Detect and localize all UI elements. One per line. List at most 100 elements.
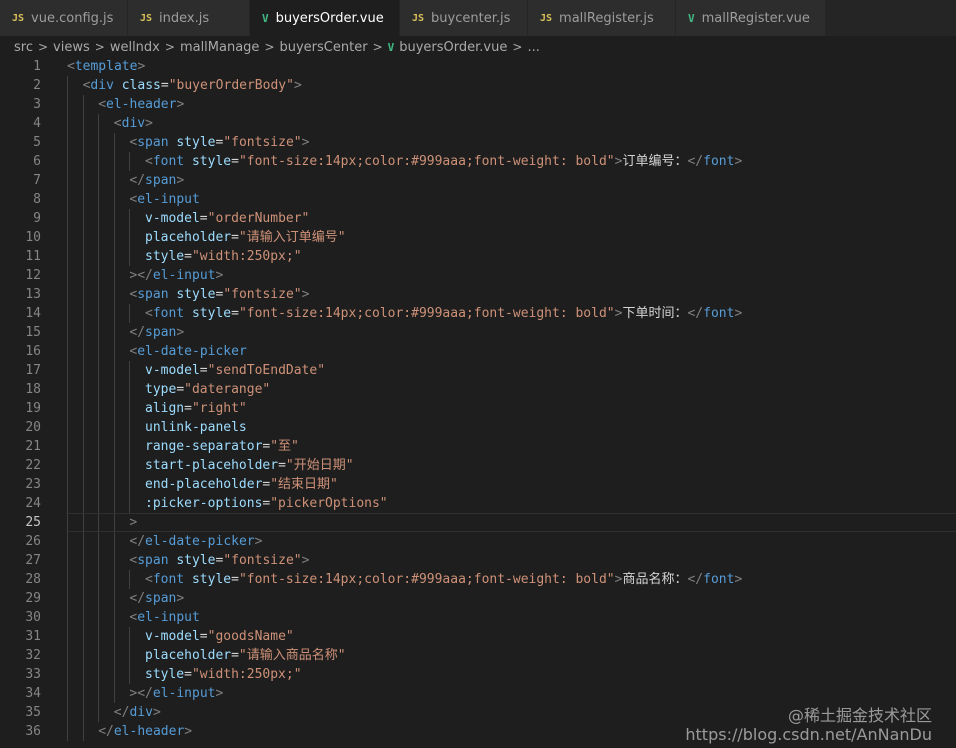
breadcrumb-item-mall-manage[interactable]: mallManage — [180, 40, 260, 55]
code-line[interactable]: 26 </el-date-picker> — [0, 532, 956, 551]
code-line[interactable]: 16 <el-date-picker — [0, 342, 956, 361]
line-number: 11 — [25, 249, 41, 264]
code-token: = — [231, 154, 239, 169]
code-line[interactable]: 30 <el-input — [0, 608, 956, 627]
code-line[interactable]: 5 <span style="fontsize"> — [0, 133, 956, 152]
code-token: = — [278, 458, 286, 473]
code-line[interactable]: 23 end-placeholder="结束日期" — [0, 475, 956, 494]
code-text: </span> — [67, 323, 184, 342]
code-line[interactable]: 8 <el-input — [0, 190, 956, 209]
code-line[interactable]: 7 </span> — [0, 171, 956, 190]
breadcrumb-item-buyers-center[interactable]: buyersCenter — [280, 40, 368, 55]
line-number: 3 — [33, 97, 41, 112]
code-token: "至" — [270, 439, 299, 454]
code-token: "font-size:14px;color:#999aaa;font-weigh… — [238, 572, 615, 587]
line-number: 8 — [33, 192, 41, 207]
code-text: <div> — [67, 114, 153, 133]
breadcrumb-item-symbols[interactable]: ... — [527, 40, 539, 55]
code-token: </ — [113, 705, 130, 720]
code-line[interactable]: 35 </div> — [0, 703, 956, 722]
code-line[interactable]: 19 align="right" — [0, 399, 956, 418]
tab-label: buycenter.js — [431, 10, 511, 26]
tab-mall-register-vue[interactable]: V mallRegister.vue — [676, 0, 826, 36]
tab-mall-register-js[interactable]: JS mallRegister.js — [528, 0, 676, 36]
tab-buycenter-js[interactable]: JS buycenter.js — [400, 0, 528, 36]
code-token: = — [184, 667, 192, 682]
breadcrumb-item-views[interactable]: views — [53, 40, 90, 55]
code-token: = — [176, 382, 185, 397]
code-token: > — [129, 515, 138, 530]
code-token: align — [145, 401, 185, 416]
chevron-right-icon: > — [164, 40, 175, 54]
code-line[interactable]: 14 <font style="font-size:14px;color:#999… — [0, 304, 956, 323]
code-text: <template> — [67, 57, 145, 76]
code-token: style — [145, 667, 185, 682]
code-line[interactable]: 11 style="width:250px;" — [0, 247, 956, 266]
breadcrumb-item-wellndx[interactable]: wellndx — [110, 40, 160, 55]
code-line[interactable]: 28 <font style="font-size:14px;color:#999… — [0, 570, 956, 589]
breadcrumb-item-src[interactable]: src — [14, 40, 33, 55]
code-line[interactable]: 36 </el-header> — [0, 722, 956, 741]
code-line[interactable]: 1 <template> — [0, 57, 956, 76]
code-token: el-input — [152, 686, 216, 701]
code-token: :picker-options — [145, 496, 263, 511]
code-line[interactable]: 18 type="daterange" — [0, 380, 956, 399]
code-token: > — [152, 705, 161, 720]
chevron-right-icon: > — [372, 40, 383, 54]
code-line[interactable]: 33 style="width:250px;" — [0, 665, 956, 684]
code-text: placeholder="请输入商品名称" — [67, 646, 346, 665]
code-line[interactable]: 3 <el-header> — [0, 95, 956, 114]
tab-vue-config-js[interactable]: JS vue.config.js — [0, 0, 128, 36]
line-number: 24 — [25, 496, 41, 511]
code-text: range-separator="至" — [67, 437, 299, 456]
code-token: </ — [129, 173, 146, 188]
code-token: = — [231, 648, 239, 663]
code-line[interactable]: 17 v-model="sendToEndDate" — [0, 361, 956, 380]
line-number: 34 — [25, 686, 41, 701]
code-line[interactable]: 15 </span> — [0, 323, 956, 342]
line-number: 14 — [25, 306, 41, 321]
code-line[interactable]: 34 ></el-input> — [0, 684, 956, 703]
code-text: unlink-panels — [67, 418, 247, 437]
code-token: </ — [687, 154, 704, 169]
code-token: "goodsName" — [207, 629, 294, 644]
tab-index-js[interactable]: JS index.js — [128, 0, 250, 36]
tab-buyers-order-vue[interactable]: V buyersOrder.vue — [250, 0, 400, 36]
code-line[interactable]: 20 unlink-panels — [0, 418, 956, 437]
code-text: v-model="goodsName" — [67, 627, 294, 646]
code-line[interactable]: 22 start-placeholder="开始日期" — [0, 456, 956, 475]
code-token: </ — [129, 591, 146, 606]
code-line[interactable]: 24:picker-options="pickerOptions" — [0, 494, 956, 513]
code-line[interactable]: 10 placeholder="请输入订单编号" — [0, 228, 956, 247]
code-line[interactable]: 21 range-separator="至" — [0, 437, 956, 456]
code-line[interactable]: 4 <div> — [0, 114, 956, 133]
code-line[interactable]: 31 v-model="goodsName" — [0, 627, 956, 646]
code-line[interactable]: 6 <font style="font-size:14px;color:#999a… — [0, 152, 956, 171]
line-number: 2 — [33, 78, 41, 93]
line-number: 5 — [33, 135, 41, 150]
code-text: > — [67, 513, 137, 532]
code-line[interactable]: 27 <span style="fontsize"> — [0, 551, 956, 570]
code-token: </ — [687, 306, 704, 321]
code-token: = — [184, 401, 192, 416]
code-token: 订单编号： — [622, 154, 688, 169]
code-line[interactable]: 9 v-model="orderNumber" — [0, 209, 956, 228]
code-line[interactable]: 29 </span> — [0, 589, 956, 608]
code-token: > — [734, 572, 743, 587]
breadcrumb-item-file[interactable]: buyersOrder.vue — [399, 40, 507, 55]
code-text: <font style="font-size:14px;color:#999aa… — [67, 152, 742, 171]
code-line[interactable]: 2 <div class="buyerOrderBody"> — [0, 76, 956, 95]
code-line[interactable]: 25 > — [0, 513, 956, 532]
code-token: range-separator — [145, 439, 263, 454]
line-number: 16 — [25, 344, 41, 359]
code-token: div — [129, 705, 153, 720]
code-line[interactable]: 13 <span style="fontsize"> — [0, 285, 956, 304]
line-number: 6 — [33, 154, 41, 169]
line-number: 13 — [25, 287, 41, 302]
code-editor[interactable]: 1 <template> 2 <div class="buyerOrderBody">… — [0, 57, 956, 748]
code-token: "结束日期" — [270, 477, 338, 492]
code-token: < — [67, 59, 75, 74]
code-line[interactable]: 12 ></el-input> — [0, 266, 956, 285]
code-line[interactable]: 32 placeholder="请输入商品名称" — [0, 646, 956, 665]
